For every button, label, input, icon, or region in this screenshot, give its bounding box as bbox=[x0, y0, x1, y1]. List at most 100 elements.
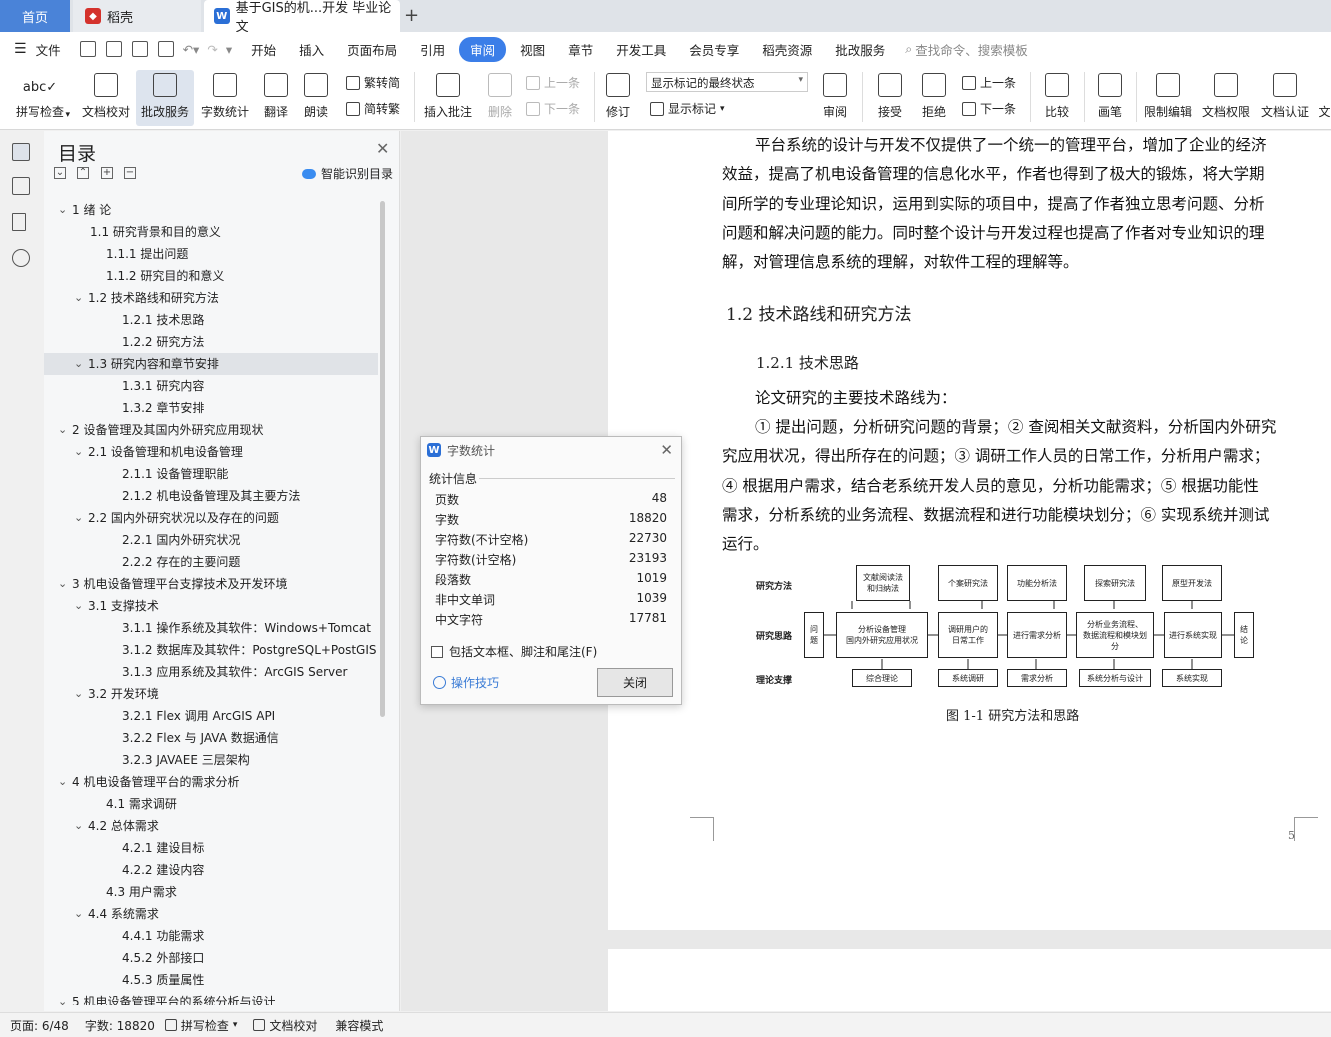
redo-icon[interactable]: ↷ bbox=[207, 42, 217, 57]
read-aloud-button[interactable]: 朗读 bbox=[298, 70, 334, 126]
compare-button[interactable]: 比较 bbox=[1036, 70, 1078, 126]
chevron-down-icon[interactable]: ⌄ bbox=[74, 507, 88, 529]
collapse-all-icon[interactable]: ⌄ bbox=[54, 167, 66, 179]
preview-icon[interactable] bbox=[157, 41, 174, 57]
close-icon[interactable]: ✕ bbox=[376, 139, 389, 158]
save-icon[interactable] bbox=[79, 41, 96, 57]
smart-toc-button[interactable]: 智能识别目录 bbox=[302, 165, 393, 182]
export-icon[interactable] bbox=[105, 41, 122, 57]
toc-item[interactable]: ⌄ 1.2 技术路线和研究方法 bbox=[44, 287, 378, 309]
toc-item[interactable]: ⌄ 2 设备管理及其国内外研究应用现状 bbox=[44, 419, 378, 441]
toc-item[interactable]: 2.2.2 存在的主要问题 bbox=[44, 551, 378, 573]
chevron-down-icon[interactable]: ⌄ bbox=[74, 903, 88, 925]
toc-item[interactable]: ⌄ 3 机电设备管理平台支撑技术及开发环境 bbox=[44, 573, 378, 595]
reject-button[interactable]: 拒绝 bbox=[914, 70, 954, 126]
quick-access-more-icon[interactable]: ▾ bbox=[226, 42, 232, 57]
include-textbox-checkbox[interactable]: 包括文本框、脚注和尾注(F) bbox=[431, 643, 597, 660]
doc-permission-button[interactable]: 文档权限 bbox=[1198, 70, 1254, 126]
toc-scrollbar[interactable] bbox=[380, 201, 385, 717]
toc-item[interactable]: 2.1.2 机电设备管理及其主要方法 bbox=[44, 485, 378, 507]
accept-button[interactable]: 接受 bbox=[870, 70, 910, 126]
ribbon-overflow-button[interactable]: 文 bbox=[1318, 70, 1331, 126]
prev-comment-button[interactable]: 上一条 bbox=[526, 74, 580, 91]
chevron-down-icon[interactable]: ⌄ bbox=[74, 595, 88, 617]
undo-icon[interactable]: ↶▾ bbox=[183, 42, 200, 57]
menu-insert[interactable]: 插入 bbox=[290, 37, 333, 62]
menu-review[interactable]: 审阅 bbox=[459, 36, 507, 62]
pen-button[interactable]: 画笔 bbox=[1090, 70, 1130, 126]
dialog-titlebar[interactable]: W 字数统计 bbox=[421, 437, 681, 463]
menu-member[interactable]: 会员专享 bbox=[680, 37, 748, 62]
toc-item[interactable]: 4.3 用户需求 bbox=[44, 881, 378, 903]
prev-change-button[interactable]: 上一条 bbox=[962, 74, 1016, 91]
menu-reference[interactable]: 引用 bbox=[411, 37, 454, 62]
markup-state-select[interactable]: 显示标记的最终状态 ▾ bbox=[646, 72, 808, 92]
word-count-indicator[interactable]: 字数: 18820 bbox=[85, 1017, 155, 1034]
add-heading-icon[interactable]: + bbox=[101, 167, 113, 179]
spell-check-status[interactable]: 拼写检查 ▾ bbox=[164, 1017, 237, 1034]
toc-item[interactable]: 1.3.1 研究内容 bbox=[44, 375, 378, 397]
tab-home[interactable]: 首页 bbox=[0, 0, 70, 32]
menu-review-service[interactable]: 批改服务 bbox=[826, 37, 894, 62]
tab-document[interactable]: W 基于GIS的机...开发 毕业论文 bbox=[204, 0, 400, 35]
chapter-nav-icon[interactable] bbox=[12, 177, 30, 195]
chevron-down-icon[interactable]: ⌄ bbox=[74, 815, 88, 837]
toc-item[interactable]: 4.2.1 建设目标 bbox=[44, 837, 378, 859]
document-page-next[interactable] bbox=[608, 949, 1331, 1011]
toc-item[interactable]: 4.4.1 功能需求 bbox=[44, 925, 378, 947]
find-icon[interactable] bbox=[12, 249, 30, 267]
toc-item[interactable]: 3.1.1 操作系统及其软件：Windows+Tomcat bbox=[44, 617, 378, 639]
review-service-button[interactable]: 批改服务 bbox=[136, 70, 194, 126]
show-markup-button[interactable]: 显示标记 ▾ bbox=[650, 100, 725, 117]
toc-item[interactable]: 1.1 研究背景和目的意义 bbox=[44, 221, 378, 243]
toc-item[interactable]: 4.1 需求调研 bbox=[44, 793, 378, 815]
close-button[interactable]: 关闭 bbox=[597, 668, 673, 697]
menu-file[interactable]: 文件 bbox=[27, 37, 70, 62]
toc-item[interactable]: 4.2.2 建设内容 bbox=[44, 859, 378, 881]
command-search-input[interactable]: 查找命令、搜索模板 bbox=[915, 40, 1028, 59]
simp-to-trad-button[interactable]: 简转繁 bbox=[346, 100, 400, 117]
toc-item[interactable]: 3.1.2 数据库及其软件：PostgreSQL+PostGIS bbox=[44, 639, 378, 661]
tab-daoke[interactable]: ◆ 稻壳 bbox=[73, 0, 201, 32]
insert-comment-button[interactable]: 插入批注 bbox=[420, 70, 476, 126]
translate-button[interactable]: 翻译 bbox=[256, 70, 296, 126]
doc-auth-button[interactable]: 文档认证 bbox=[1256, 70, 1314, 126]
next-change-button[interactable]: 下一条 bbox=[962, 100, 1016, 117]
chevron-down-icon[interactable]: ⌄ bbox=[74, 441, 88, 463]
chevron-down-icon[interactable]: ⌄ bbox=[74, 287, 88, 309]
doc-check-button[interactable]: 文档校对 bbox=[78, 70, 134, 126]
chevron-down-icon[interactable]: ⌄ bbox=[58, 573, 72, 595]
toc-item[interactable]: ⌄ 1 绪 论 bbox=[44, 199, 378, 221]
toc-item[interactable]: 3.2.2 Flex 与 JAVA 数据通信 bbox=[44, 727, 378, 749]
toc-item[interactable]: 2.1.1 设备管理职能 bbox=[44, 463, 378, 485]
toc-item[interactable]: 1.2.1 技术思路 bbox=[44, 309, 378, 331]
document-page[interactable]: 平台系统的设计与开发不仅提供了一个统一的管理平台，增加了企业的经济 效益，提高了… bbox=[608, 131, 1331, 930]
toc-panel-icon[interactable] bbox=[12, 143, 30, 161]
print-icon[interactable] bbox=[131, 41, 148, 57]
toc-item[interactable]: ⌄ 2.1 设备管理和机电设备管理 bbox=[44, 441, 378, 463]
word-count-button[interactable]: 字数统计 bbox=[197, 70, 253, 126]
toc-item[interactable]: ⌄ 3.1 支撑技术 bbox=[44, 595, 378, 617]
toc-item[interactable]: 2.2.1 国内外研究状况 bbox=[44, 529, 378, 551]
menu-start[interactable]: 开始 bbox=[242, 37, 285, 62]
chevron-down-icon[interactable]: ⌄ bbox=[58, 199, 72, 221]
toc-item[interactable]: 3.2.3 JAVAEE 三层架构 bbox=[44, 749, 378, 771]
menu-chapter[interactable]: 章节 bbox=[559, 37, 602, 62]
chevron-down-icon[interactable]: ⌄ bbox=[58, 771, 72, 793]
track-changes-button[interactable]: 修订 bbox=[598, 70, 638, 126]
expand-all-icon[interactable]: ⌃ bbox=[77, 167, 89, 179]
menu-daoke-resources[interactable]: 稻壳资源 bbox=[753, 37, 821, 62]
new-tab-icon[interactable]: + bbox=[404, 5, 419, 26]
next-comment-button[interactable]: 下一条 bbox=[526, 100, 580, 117]
toc-item[interactable]: ⌄ 5 机电设备管理平台的系统分析与设计 bbox=[44, 991, 378, 1005]
toc-item[interactable]: 1.1.2 研究目的和意义 bbox=[44, 265, 378, 287]
chevron-down-icon[interactable]: ⌄ bbox=[74, 683, 88, 705]
toc-item[interactable]: 3.2.1 Flex 调用 ArcGIS API bbox=[44, 705, 378, 727]
chevron-down-icon[interactable]: ⌄ bbox=[58, 419, 72, 441]
trad-to-simp-button[interactable]: 繁转简 bbox=[346, 74, 400, 91]
toc-item[interactable]: ⌄ 4.4 系统需求 bbox=[44, 903, 378, 925]
toc-item[interactable]: ⌄ 2.2 国内外研究状况以及存在的问题 bbox=[44, 507, 378, 529]
toc-item[interactable]: ⌄ 4 机电设备管理平台的需求分析 bbox=[44, 771, 378, 793]
doc-check-status[interactable]: 文档校对 bbox=[253, 1017, 317, 1034]
chevron-down-icon[interactable]: ⌄ bbox=[58, 991, 72, 1005]
